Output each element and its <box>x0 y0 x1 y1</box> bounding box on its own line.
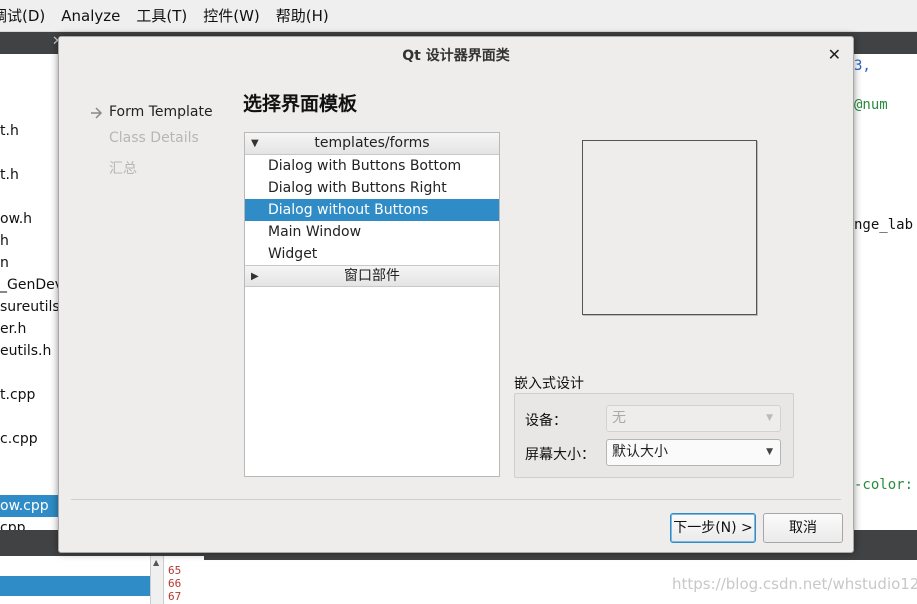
code-fragment: @num <box>854 97 888 113</box>
file-item[interactable]: er.h <box>0 318 26 340</box>
screen-size-label: 屏幕大小： <box>525 447 595 463</box>
bottom-file-list <box>0 556 150 604</box>
file-item[interactable]: t.h <box>0 164 19 186</box>
menu-help[interactable]: 帮助(H) <box>268 0 337 32</box>
chevron-down-icon: ▼ <box>766 413 773 423</box>
device-value: 无 <box>612 410 626 426</box>
dialog-title: Qt 设计器界面类 <box>402 48 510 64</box>
tree-group-widgets[interactable]: ▶ 窗口部件 <box>245 265 499 287</box>
file-item[interactable]: eutils.h <box>0 340 51 362</box>
template-item[interactable]: Dialog with Buttons Bottom <box>245 155 499 177</box>
chevron-down-icon[interactable]: ▼ <box>766 440 773 465</box>
selected-row[interactable] <box>0 576 150 596</box>
step-summary: 汇总 <box>109 161 137 177</box>
cancel-button[interactable]: 取消 <box>763 513 843 543</box>
template-item[interactable]: Dialog with Buttons Right <box>245 177 499 199</box>
project-file-list: t.h t.h ow.h h n _GenDev sureutils. er.h… <box>0 54 58 534</box>
embedded-design-group: 设备： 无 ▼ 屏幕大小： 默认大小 ▼ <box>514 393 794 478</box>
screen-size-combo[interactable]: 默认大小 ▼ <box>606 439 781 466</box>
template-item[interactable]: Main Window <box>245 221 499 243</box>
menu-debug[interactable]: 调试(D) <box>0 0 53 32</box>
line-number-gutter: 65 66 67 <box>164 556 204 604</box>
file-item[interactable]: n <box>0 252 9 274</box>
template-preview <box>582 140 757 315</box>
file-item[interactable]: t.h <box>0 120 19 142</box>
file-item[interactable]: sureutils. <box>0 296 58 318</box>
device-combo: 无 ▼ <box>606 405 781 432</box>
scroll-up-icon[interactable]: ▲ <box>153 558 159 567</box>
file-item[interactable]: c.cpp <box>0 428 38 450</box>
new-form-dialog: Qt 设计器界面类 ✕ Form Template Class Details … <box>58 36 854 553</box>
collapsed-arrow-icon[interactable]: ▶ <box>251 266 259 287</box>
template-item-selected[interactable]: Dialog without Buttons <box>245 199 499 221</box>
vertical-scrollbar[interactable]: ▲ <box>150 556 164 604</box>
file-item[interactable]: h <box>0 230 9 252</box>
file-item[interactable]: t.cpp <box>0 384 35 406</box>
close-icon[interactable]: ✕ <box>828 37 841 73</box>
template-item[interactable]: Widget <box>245 243 499 265</box>
step-class-details: Class Details <box>109 130 199 146</box>
line-number: 66 <box>168 577 182 590</box>
code-fragment: nge_lab <box>854 217 914 233</box>
embedded-design-title: 嵌入式设计 <box>514 376 584 392</box>
menubar: 调试(D) Analyze 工具(T) 控件(W) 帮助(H) <box>0 0 917 32</box>
device-label: 设备： <box>525 413 567 429</box>
code-fragment: -color: <box>854 477 914 493</box>
file-item[interactable]: _GenDev <box>0 274 58 296</box>
step-form-template: Form Template <box>109 104 213 120</box>
screen-size-value: 默认大小 <box>612 444 668 460</box>
watermark: https://blog.csdn.net/whstudio123 <box>672 575 917 593</box>
next-button[interactable]: 下一步(N) > <box>670 513 756 543</box>
page-title: 选择界面模板 <box>243 93 358 115</box>
tree-group-label: templates/forms <box>314 135 430 151</box>
code-fragment: 3, <box>854 58 871 74</box>
line-number: 67 <box>168 590 182 603</box>
menu-controls[interactable]: 控件(W) <box>195 0 268 32</box>
button-separator <box>71 499 841 500</box>
file-item-selected[interactable]: ow.cpp <box>0 495 58 517</box>
current-step-arrow-icon <box>91 107 103 119</box>
tree-group-label: 窗口部件 <box>344 268 400 284</box>
menu-tools[interactable]: 工具(T) <box>128 0 195 32</box>
file-item[interactable]: ow.h <box>0 208 32 230</box>
expanded-arrow-icon[interactable]: ▼ <box>251 133 259 154</box>
template-tree[interactable]: ▼ templates/forms Dialog with Buttons Bo… <box>244 132 500 477</box>
line-number: 65 <box>168 564 182 577</box>
tree-group-templates[interactable]: ▼ templates/forms <box>245 133 499 155</box>
menu-analyze[interactable]: Analyze <box>53 0 128 32</box>
